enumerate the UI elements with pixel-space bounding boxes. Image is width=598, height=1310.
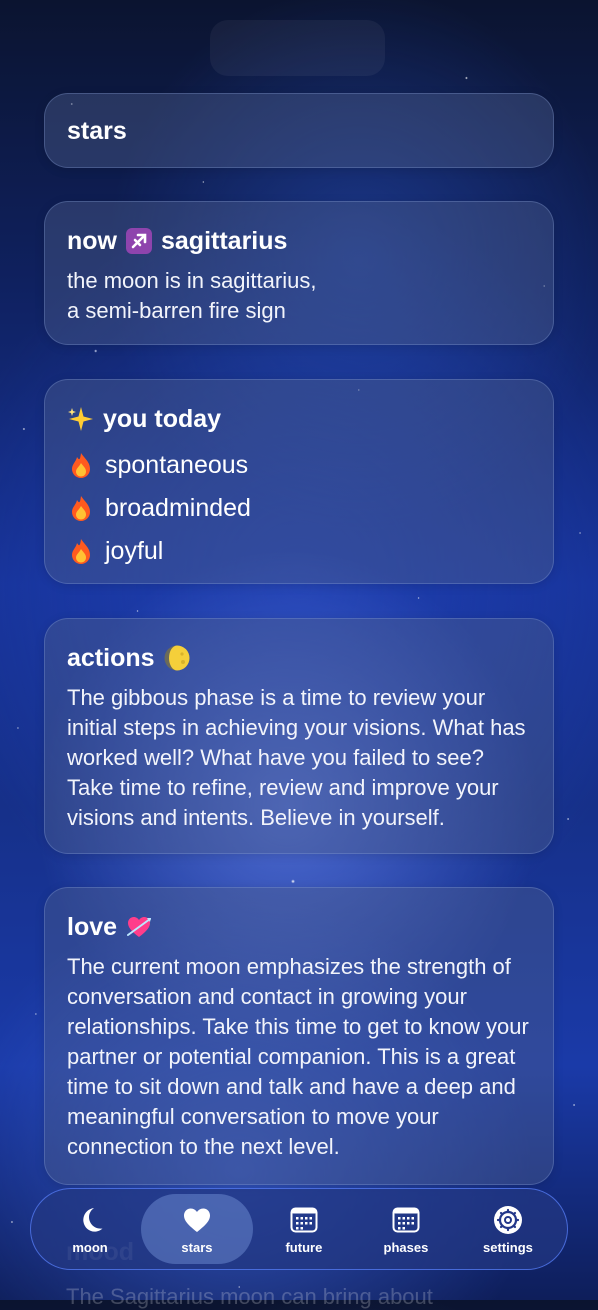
heart-icon xyxy=(183,1208,210,1232)
love-title: love xyxy=(67,912,531,942)
tab-moon-label: moon xyxy=(72,1239,108,1255)
actions-label: actions xyxy=(67,644,155,672)
trait-label: spontaneous xyxy=(105,451,249,479)
heart-with-arrow-icon xyxy=(127,917,152,937)
love-label: love xyxy=(67,913,118,941)
tab-stars-label: stars xyxy=(181,1239,213,1255)
tab-settings-label: settings xyxy=(483,1239,533,1255)
trait-item: spontaneous xyxy=(67,450,531,480)
top-glass-panel xyxy=(210,20,385,76)
actions-title: actions xyxy=(67,643,531,673)
trait-item: broadminded xyxy=(67,493,531,523)
love-card: love The current moon emphasizes the str… xyxy=(44,887,554,1185)
trait-label: joyful xyxy=(105,537,164,565)
you-today-label: you today xyxy=(103,405,222,433)
tab-future-label: future xyxy=(285,1239,323,1255)
now-title: now sagittarius xyxy=(67,226,531,256)
actions-text: The gibbous phase is a time to review yo… xyxy=(67,685,526,830)
you-today-title: you today xyxy=(67,404,531,434)
fire-icon xyxy=(72,496,90,521)
now-line-1: the moon is in sagittarius, xyxy=(67,268,317,293)
now-card: now sagittarius the moon is in sagittari… xyxy=(44,201,554,345)
fire-icon xyxy=(72,453,90,478)
trait-item: joyful xyxy=(67,536,531,566)
hidden-card-text: The Sagittarius moon can bring about xyxy=(66,1284,433,1309)
sparkles-icon xyxy=(68,407,93,431)
now-line-2: a semi-barren fire sign xyxy=(67,298,286,323)
now-label: now xyxy=(67,227,117,255)
actions-card: actions The gibbous phase is a time to r… xyxy=(44,618,554,854)
bottom-tab-bar: moon stars future phases settings xyxy=(30,1188,568,1270)
tab-moon[interactable]: moon xyxy=(39,1194,141,1264)
calendar-icon xyxy=(392,1207,420,1232)
sagittarius-icon xyxy=(126,228,152,254)
sign-label: sagittarius xyxy=(161,227,288,255)
calendar-icon xyxy=(290,1207,318,1232)
you-today-card: you today spontaneous broadminded joyful xyxy=(44,379,554,584)
gear-icon xyxy=(493,1205,522,1234)
tab-future[interactable]: future xyxy=(253,1194,355,1264)
tab-phases-label: phases xyxy=(383,1239,429,1255)
moon-icon xyxy=(83,1207,103,1232)
traits-list: spontaneous broadminded joyful xyxy=(67,450,531,566)
stars-title: stars xyxy=(67,116,127,145)
tab-phases[interactable]: phases xyxy=(355,1194,457,1264)
now-description: the moon is in sagittarius, a semi-barre… xyxy=(67,266,531,326)
love-text: The current moon emphasizes the strength… xyxy=(67,954,529,1159)
fire-icon xyxy=(72,539,90,564)
gibbous-moon-icon xyxy=(164,645,190,671)
tab-stars[interactable]: stars xyxy=(141,1194,253,1264)
tab-settings[interactable]: settings xyxy=(457,1194,559,1264)
stars-header-card: stars xyxy=(44,93,554,168)
trait-label: broadminded xyxy=(105,494,251,522)
